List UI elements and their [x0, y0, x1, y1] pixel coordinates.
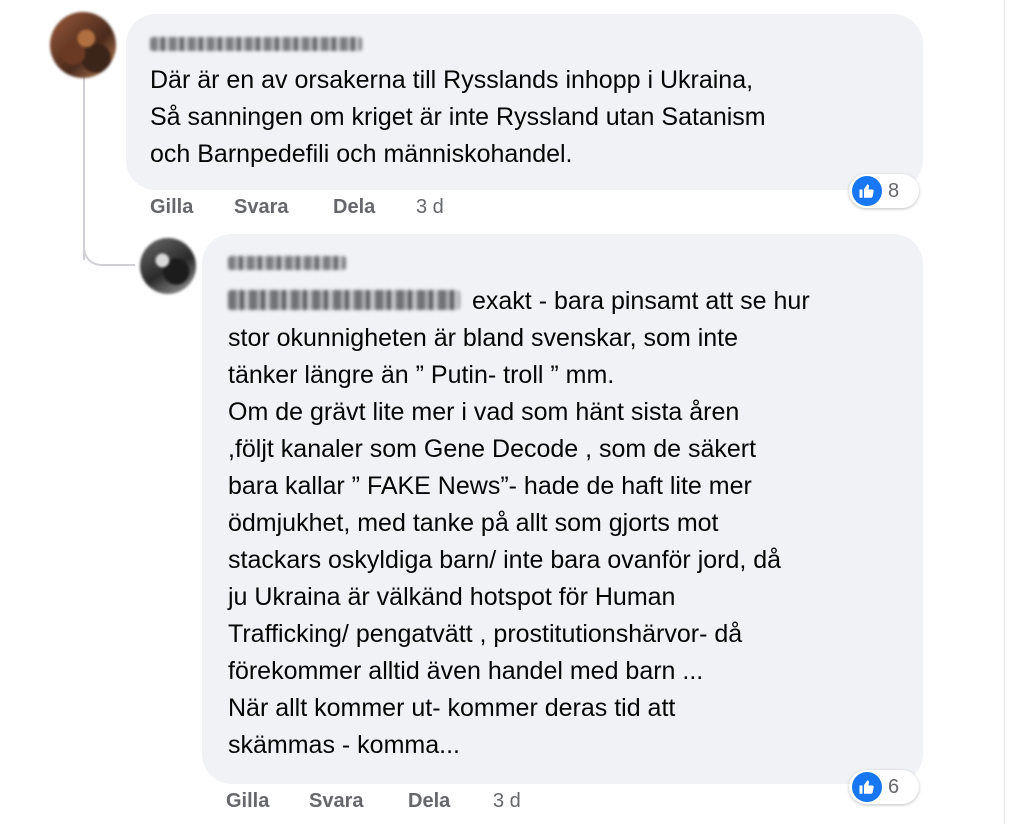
- reply-button[interactable]: Svara: [234, 196, 289, 219]
- reaction-summary[interactable]: 8: [849, 174, 919, 208]
- commenter-avatar[interactable]: [50, 12, 116, 78]
- reaction-count: 8: [888, 179, 900, 202]
- reaction-summary[interactable]: 6: [849, 770, 919, 804]
- like-icon: [852, 772, 882, 802]
- reaction-count: 6: [888, 775, 900, 798]
- commenter-name-blurred[interactable]: [150, 37, 362, 51]
- like-button[interactable]: Gilla: [150, 196, 193, 219]
- like-button[interactable]: Gilla: [226, 790, 269, 813]
- mention-tag-blurred[interactable]: [228, 290, 460, 310]
- commenter-name-blurred[interactable]: [228, 256, 346, 270]
- share-button[interactable]: Dela: [408, 790, 450, 813]
- timestamp[interactable]: 3 d: [493, 790, 521, 813]
- timestamp[interactable]: 3 d: [416, 196, 444, 219]
- comment-text: stor okunnigheten är bland svenskar, som…: [228, 324, 782, 759]
- reply-button[interactable]: Svara: [309, 790, 364, 813]
- comment-text-first-line: exakt - bara pinsamt att se hur: [472, 287, 810, 315]
- thread-connector: [83, 230, 135, 266]
- feed-right-border: [1004, 0, 1005, 824]
- comment-text: Där är en av orsakerna till Rysslands in…: [150, 66, 766, 168]
- like-icon: [852, 176, 882, 206]
- commenter-avatar[interactable]: [140, 238, 196, 294]
- share-button[interactable]: Dela: [333, 196, 375, 219]
